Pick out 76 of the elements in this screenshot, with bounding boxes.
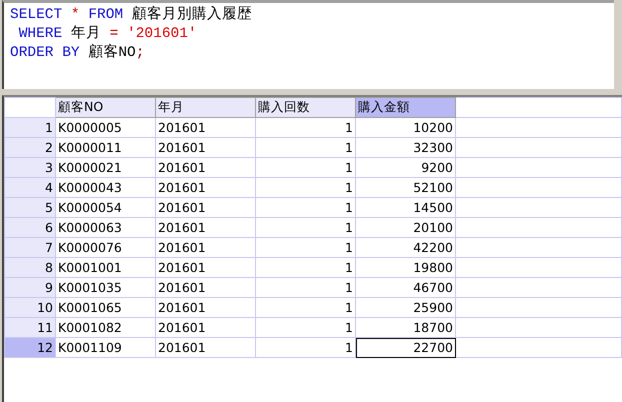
table-cell: 201601 xyxy=(156,338,256,358)
table-cell: 201601 xyxy=(156,178,256,198)
table-cell: 32300 xyxy=(356,138,456,158)
table-cell: 1 xyxy=(256,278,356,298)
row-number[interactable]: 10 xyxy=(4,298,56,318)
table-cell: 1 xyxy=(256,118,356,138)
row-number[interactable]: 9 xyxy=(4,278,56,298)
table-cell: K0001109 xyxy=(56,338,156,358)
table-cell: K0000054 xyxy=(56,198,156,218)
table-cell: 10200 xyxy=(356,118,456,138)
table-cell: K0001035 xyxy=(56,278,156,298)
sql-keyword: WHERE xyxy=(18,26,62,42)
table-cell: 1 xyxy=(256,158,356,178)
table-cell: 201601 xyxy=(156,258,256,278)
table-cell: 1 xyxy=(256,258,356,278)
table-cell: 201601 xyxy=(156,318,256,338)
table-cell: K0001082 xyxy=(56,318,156,338)
table-cell: 201601 xyxy=(156,278,256,298)
table-cell: 201601 xyxy=(156,238,256,258)
row-number[interactable]: 8 xyxy=(4,258,56,278)
sql-string: '201601' xyxy=(127,26,197,42)
table-cell: 201601 xyxy=(156,298,256,318)
table-cell: 1 xyxy=(256,338,356,358)
table-cell: K0000005 xyxy=(56,118,156,138)
table-cell: 18700 xyxy=(356,318,456,338)
table-cell: 1 xyxy=(256,298,356,318)
table-cell: K0000043 xyxy=(56,178,156,198)
table-cell: 201601 xyxy=(156,138,256,158)
table-cell: 14500 xyxy=(356,198,456,218)
row-number[interactable]: 11 xyxy=(4,318,56,338)
table-cell: 42200 xyxy=(356,238,456,258)
sql-identifier: 顧客月別購入履歴 xyxy=(132,7,252,23)
table-cell: 201601 xyxy=(156,158,256,178)
table-cell: K0001001 xyxy=(56,258,156,278)
sql-punctuation: ; xyxy=(136,45,144,61)
column-header[interactable]: 年月 xyxy=(156,98,256,118)
row-number[interactable]: 6 xyxy=(4,218,56,238)
table-cell: 46700 xyxy=(356,278,456,298)
table-cell: K0000076 xyxy=(56,238,156,258)
table-cell: K0000011 xyxy=(56,138,156,158)
row-number[interactable]: 3 xyxy=(4,158,56,178)
table-cell: 9200 xyxy=(356,158,456,178)
table-cell: 1 xyxy=(256,138,356,158)
table-cell: 19800 xyxy=(356,258,456,278)
sql-operator: = xyxy=(110,26,118,42)
sql-keyword: ORDER BY xyxy=(10,45,80,61)
table-cell: 1 xyxy=(256,218,356,238)
table-cell: 52100 xyxy=(356,178,456,198)
table-cell: 25900 xyxy=(356,298,456,318)
table-cell: 201601 xyxy=(156,118,256,138)
table-cell: 22700 xyxy=(356,338,456,358)
row-number[interactable]: 2 xyxy=(4,138,56,158)
row-number[interactable]: 12 xyxy=(4,338,56,358)
row-number[interactable]: 1 xyxy=(4,118,56,138)
column-header[interactable]: 顧客NO xyxy=(56,98,156,118)
sql-keyword: SELECT xyxy=(10,7,62,23)
table-cell: 1 xyxy=(256,318,356,338)
sql-editor[interactable]: SELECT * FROM 顧客月別購入履歴 WHERE 年月 = '201601' ORDER BY 顧客NO; xyxy=(2,0,614,89)
table-cell: 201601 xyxy=(156,218,256,238)
table-cell: 201601 xyxy=(156,198,256,218)
table-cell: 1 xyxy=(256,238,356,258)
table-cell: 20100 xyxy=(356,218,456,238)
sql-identifier: 年月 xyxy=(70,26,101,42)
table-cell: 1 xyxy=(256,198,356,218)
row-number[interactable]: 4 xyxy=(4,178,56,198)
sql-operator: * xyxy=(70,7,80,23)
column-header[interactable]: 購入金額 xyxy=(356,98,456,118)
table-cell: K0000063 xyxy=(56,218,156,238)
row-number[interactable]: 5 xyxy=(4,198,56,218)
sql-keyword: FROM xyxy=(88,7,124,23)
table-cell: K0000021 xyxy=(56,158,156,178)
column-header[interactable]: 購入回数 xyxy=(256,98,356,118)
sql-identifier: 顧客NO xyxy=(88,45,136,61)
table-cell: K0001065 xyxy=(56,298,156,318)
table-cell: 1 xyxy=(256,178,356,198)
row-number[interactable]: 7 xyxy=(4,238,56,258)
